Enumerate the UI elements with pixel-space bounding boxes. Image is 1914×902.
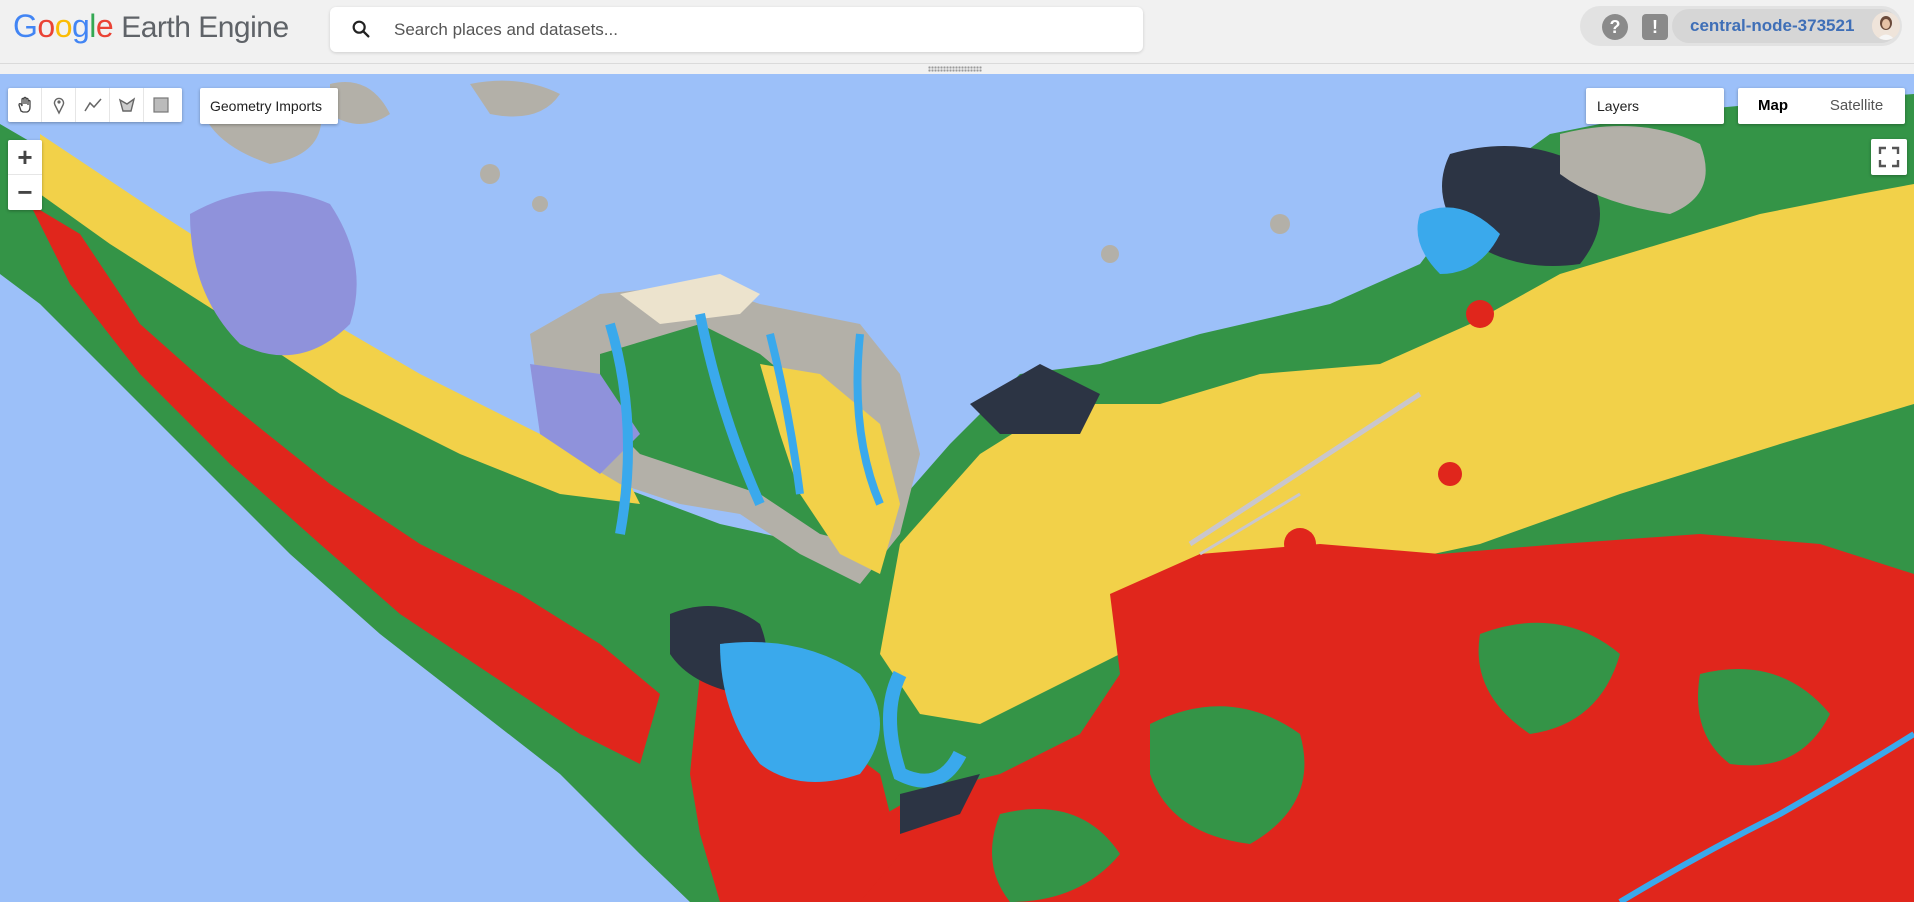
panel-resize-handle[interactable] [928, 66, 982, 72]
zoom-out-button[interactable]: − [8, 175, 42, 210]
logo-product-name: Earth Engine [121, 11, 289, 44]
polyline-icon[interactable] [76, 88, 110, 122]
logo-letter: g [71, 8, 90, 44]
project-selector[interactable]: central-node-373521 [1672, 9, 1900, 43]
feedback-icon[interactable]: ! [1642, 14, 1668, 40]
map-type-map-button[interactable]: Map [1738, 88, 1808, 124]
hand-pan-icon[interactable] [8, 88, 42, 122]
map-type-satellite-button[interactable]: Satellite [1808, 88, 1905, 124]
fullscreen-icon[interactable] [1871, 139, 1907, 175]
project-name: central-node-373521 [1690, 16, 1855, 35]
search-icon [352, 20, 370, 38]
logo-letter: e [95, 8, 114, 44]
search-box[interactable] [330, 7, 1143, 52]
landcover-map [0, 74, 1914, 902]
search-input[interactable] [394, 7, 1124, 52]
help-icon[interactable]: ? [1602, 14, 1628, 40]
logo-letter: o [37, 8, 55, 44]
rectangle-icon[interactable] [144, 88, 178, 122]
top-bar: GoogleEarth Engine ? ! central-node-3735… [0, 0, 1914, 64]
logo-letter: l [89, 8, 96, 44]
geometry-imports-button[interactable]: Geometry Imports [200, 88, 338, 124]
google-earth-engine-logo[interactable]: Google Earth Engine [13, 8, 289, 45]
polygon-icon[interactable] [110, 88, 144, 122]
layers-button[interactable]: Layers [1586, 88, 1724, 124]
zoom-in-button[interactable]: + [8, 140, 42, 175]
logo-letter: o [54, 8, 73, 44]
logo-letter: G [13, 8, 38, 44]
account-area: ? ! central-node-373521 [1580, 6, 1902, 46]
drawing-toolbar [8, 88, 182, 122]
map-type-control: Map Satellite [1738, 88, 1905, 124]
user-avatar[interactable] [1872, 12, 1900, 40]
marker-icon[interactable] [42, 88, 76, 122]
zoom-control: + − [8, 140, 42, 210]
map-canvas[interactable]: Geometry Imports + − Layers Map Satellit… [0, 74, 1914, 902]
